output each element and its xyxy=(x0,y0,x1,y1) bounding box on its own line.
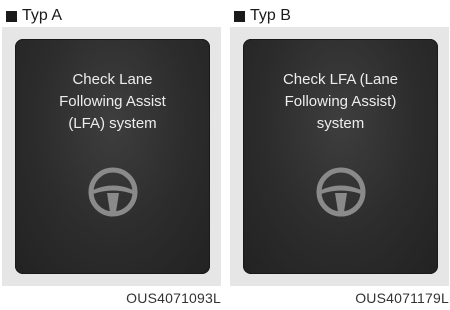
panel-label: Typ B xyxy=(250,7,291,24)
square-bullet-icon xyxy=(234,10,245,22)
panel-header: Typ B xyxy=(230,5,291,27)
panel-typ-b: Typ B Check LFA (Lane Following Assist) … xyxy=(230,0,449,310)
display-bezel: Check Lane Following Assist (LFA) system xyxy=(2,27,221,286)
message-line: system xyxy=(316,115,365,132)
message-line: (LFA) system xyxy=(68,115,157,132)
panel-typ-a: Typ A Check Lane Following Assist (LFA) … xyxy=(2,0,221,310)
warning-message: Check Lane Following Assist (LFA) system xyxy=(23,69,202,135)
message-line: Check LFA (Lane xyxy=(282,71,399,88)
panel-header: Typ A xyxy=(2,5,62,27)
message-line: Check Lane xyxy=(72,71,153,88)
square-bullet-icon xyxy=(6,10,17,22)
steering-wheel-icon xyxy=(316,167,366,217)
image-code: OUS4071093L xyxy=(126,290,221,306)
message-line: Following Assist) xyxy=(284,93,397,110)
cluster-display: Check LFA (Lane Following Assist) system xyxy=(243,39,438,274)
cluster-display: Check Lane Following Assist (LFA) system xyxy=(15,39,210,274)
steering-wheel-icon xyxy=(88,167,138,217)
image-code: OUS4071179L xyxy=(355,290,449,306)
message-line: Following Assist xyxy=(59,93,166,110)
display-bezel: Check LFA (Lane Following Assist) system xyxy=(230,27,449,286)
warning-message: Check LFA (Lane Following Assist) system xyxy=(251,69,430,135)
panel-label: Typ A xyxy=(22,7,63,24)
